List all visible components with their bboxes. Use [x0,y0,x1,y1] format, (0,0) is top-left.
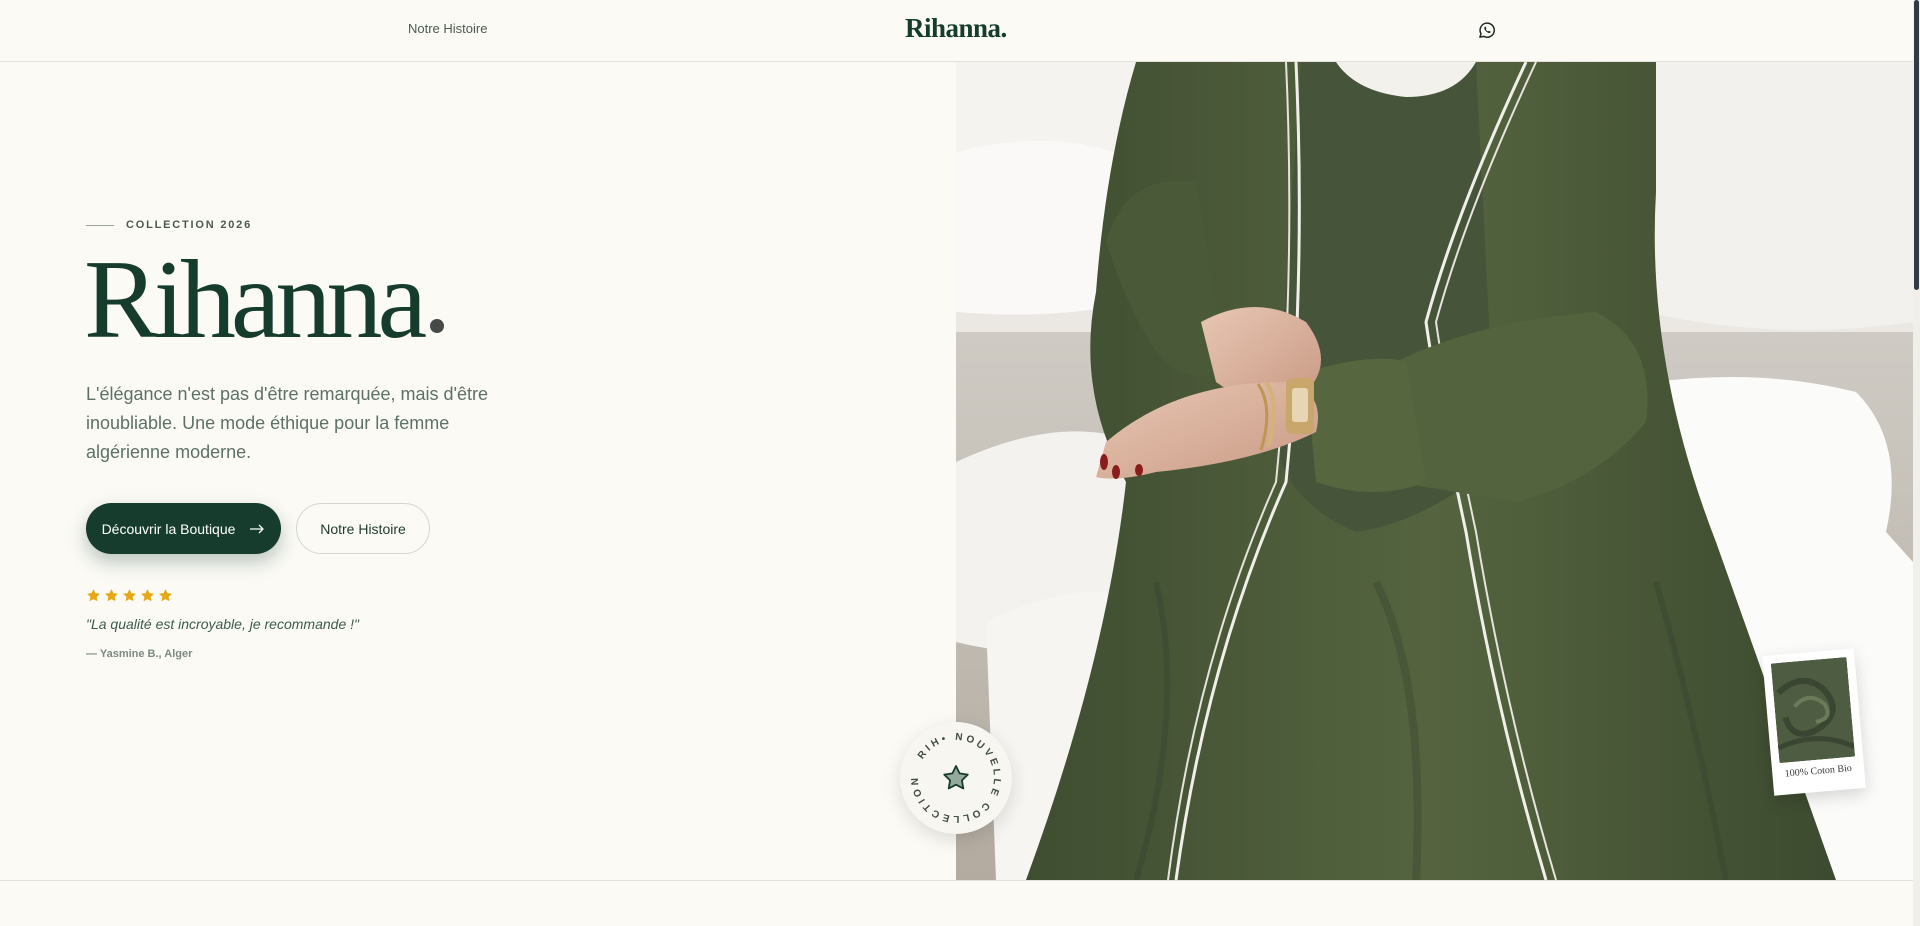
eyebrow-label: COLLECTION 2026 [126,219,253,231]
arrow-right-icon [249,521,265,537]
star-icon [123,589,136,602]
nav-link-notre-histoire[interactable]: Notre Histoire [408,21,487,36]
hero-title-text: Rihanna [84,238,427,362]
fabric-polaroid: 100% Coton Bio [1762,648,1866,796]
brand-logo[interactable]: Rihanna. [905,13,1007,44]
scrollbar-thumb[interactable] [1914,0,1919,290]
our-story-button[interactable]: Notre Histoire [296,503,430,554]
star-icon [105,589,118,602]
page-scrollbar[interactable] [1913,0,1920,926]
new-collection-badge: RIH• NOUVELLE COLLECTION [900,722,1012,834]
site-header: Notre Histoire Rihanna. [0,0,1913,62]
hero-image [956,62,1913,880]
rating-stars [86,588,173,603]
eyebrow-divider [86,224,114,226]
star-icon [87,589,100,602]
review-quote: "La qualité est incroyable, je recommand… [86,616,359,632]
star-icon [141,589,154,602]
hero-title-dot [430,319,445,333]
star-icon [159,589,172,602]
review-author: — Yasmine B., Alger [86,648,193,660]
polaroid-caption: 100% Coton Bio [1784,762,1853,780]
fabric-photo [1770,656,1856,764]
next-section-edge [0,880,1913,926]
star-icon [943,765,969,790]
whatsapp-icon[interactable] [1477,20,1497,40]
hero-title: Rihanna [84,244,445,356]
collection-eyebrow: COLLECTION 2026 [86,219,252,231]
discover-shop-label: Découvrir la Boutique [101,520,236,537]
hero-subtitle: L'élégance n'est pas d'être remarquée, m… [86,384,488,462]
discover-shop-button[interactable]: Découvrir la Boutique [86,503,281,554]
